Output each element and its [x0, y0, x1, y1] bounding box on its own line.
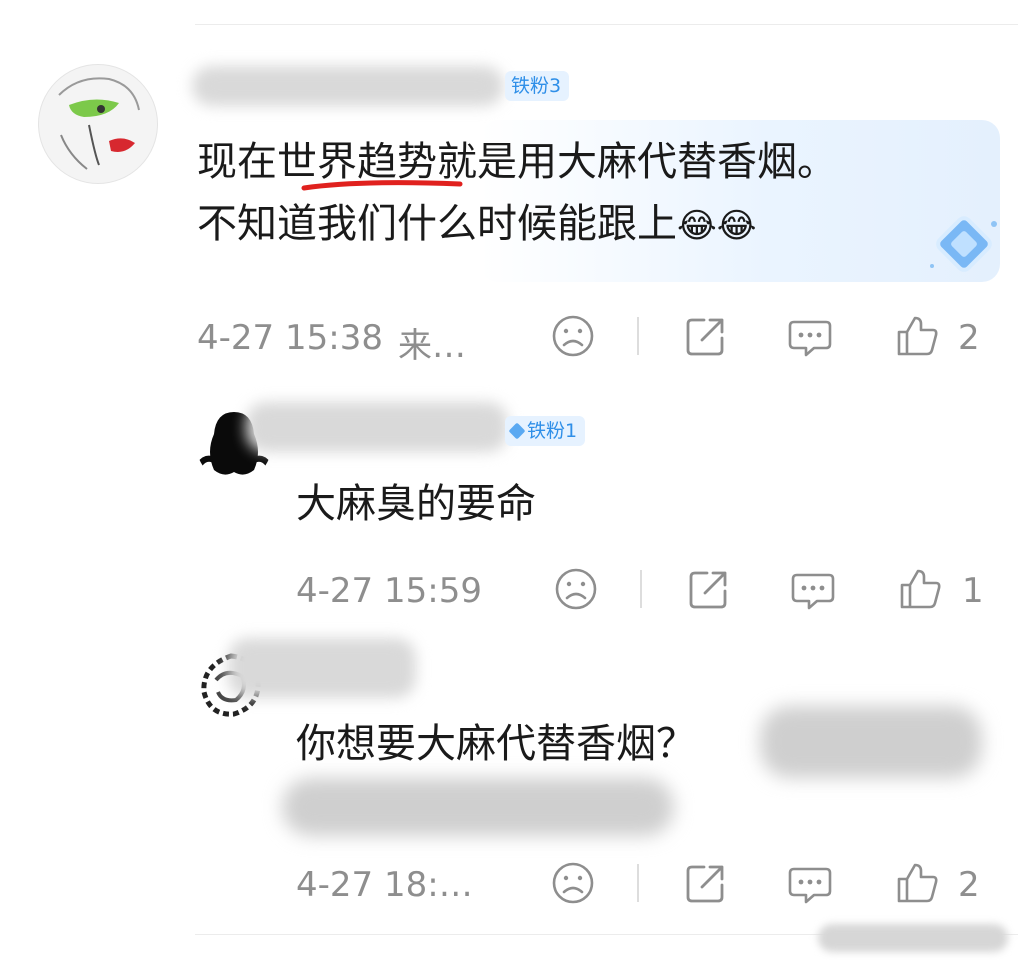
- sad-face-icon[interactable]: [552, 565, 600, 613]
- like-count: 2: [958, 318, 980, 358]
- comment-time: 4-27 15:38: [197, 318, 383, 358]
- thumbs-up-icon[interactable]: [893, 859, 941, 907]
- comment-text-line-1: 现在世界趋势就是用大麻代替香烟。: [197, 139, 837, 185]
- laughing-emoji-icon: 😂😂: [677, 206, 757, 246]
- comment-text-line-2: 不知道我们什么时候能跟上😂😂: [197, 201, 757, 247]
- share-icon[interactable]: [682, 312, 730, 360]
- username-blurred[interactable]: [192, 66, 504, 106]
- share-icon[interactable]: [682, 859, 730, 907]
- watermark-blurred: [818, 924, 1008, 952]
- avatar[interactable]: [38, 64, 158, 184]
- sad-face-icon[interactable]: [549, 859, 597, 907]
- action-separator: [640, 570, 642, 608]
- comment-icon[interactable]: [789, 565, 837, 613]
- redacted-text-block: [760, 706, 982, 778]
- comment-time: 4-27 18:…: [296, 865, 473, 905]
- red-underline-annotation: [301, 180, 463, 191]
- like-count: 1: [962, 571, 984, 611]
- sad-face-icon[interactable]: [549, 312, 597, 360]
- top-divider: [195, 24, 1018, 25]
- diamond-icon: [508, 422, 526, 440]
- username-blurred[interactable]: [228, 638, 416, 698]
- comment-icon[interactable]: [786, 312, 834, 360]
- username-blurred[interactable]: [246, 402, 508, 452]
- comment-source[interactable]: 来…: [398, 318, 466, 367]
- action-separator: [637, 864, 639, 902]
- like-count: 2: [958, 865, 980, 905]
- comment-text-line-1: 大麻臭的要命: [296, 481, 536, 527]
- share-icon[interactable]: [685, 565, 733, 613]
- redacted-text-block: [282, 778, 674, 836]
- diamond-decoration-icon: [930, 216, 997, 272]
- fan-badge[interactable]: 铁粉3: [505, 71, 570, 101]
- action-separator: [637, 317, 639, 355]
- thumbs-up-icon[interactable]: [893, 312, 941, 360]
- fan-badge[interactable]: 铁粉1: [505, 416, 586, 446]
- thumbs-up-icon[interactable]: [896, 565, 944, 613]
- comment-icon[interactable]: [786, 859, 834, 907]
- comment-text-line-1: 你想要大麻代替香烟？: [296, 721, 696, 767]
- comment-time: 4-27 15:59: [296, 571, 482, 611]
